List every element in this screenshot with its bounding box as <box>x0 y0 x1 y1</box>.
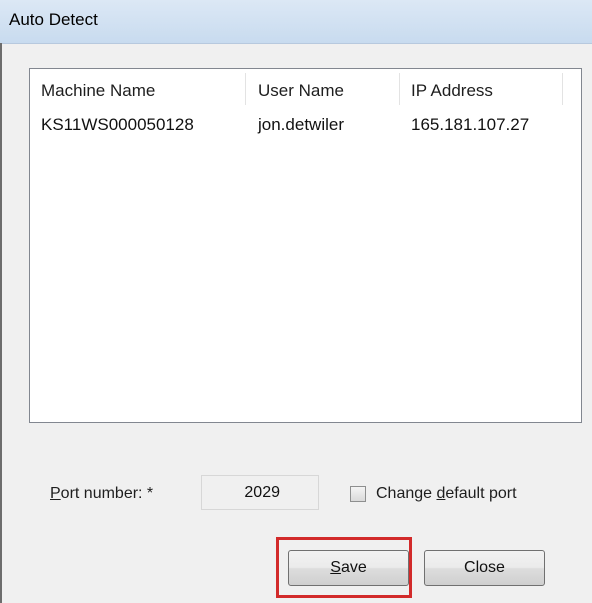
column-header-machine-name[interactable]: Machine Name <box>41 81 155 101</box>
port-number-value: 2029 <box>244 484 280 501</box>
cell-user-name: jon.detwiler <box>258 115 344 134</box>
port-number-label: Port number: * <box>50 485 153 503</box>
port-label-text: ort number: * <box>60 485 154 502</box>
change-default-port-checkbox[interactable] <box>350 486 366 502</box>
title-bar: Auto Detect <box>0 0 592 44</box>
list-header: Machine Name User Name IP Address <box>30 69 581 107</box>
cell-machine-name: KS11WS000050128 <box>41 115 194 134</box>
save-mnemonic: S <box>330 559 341 576</box>
save-button[interactable]: Save <box>288 550 409 586</box>
column-divider[interactable] <box>399 73 400 105</box>
save-label: ave <box>340 559 367 576</box>
column-divider[interactable] <box>562 73 563 105</box>
table-row[interactable]: KS11WS000050128 jon.detwiler 165.181.107… <box>30 107 581 141</box>
machines-list[interactable]: Machine Name User Name IP Address KS11WS… <box>29 68 582 423</box>
port-number-field[interactable]: 2029 <box>201 475 319 510</box>
window-title: Auto Detect <box>9 10 98 29</box>
checkbox-label-pre: Change <box>376 485 437 502</box>
close-button[interactable]: Close <box>424 550 545 586</box>
column-header-ip-address[interactable]: IP Address <box>411 81 493 101</box>
checkbox-label-post: efault port <box>445 485 517 502</box>
port-label-mnemonic: P <box>50 485 61 502</box>
window-left-border <box>0 43 2 603</box>
column-header-user-name[interactable]: User Name <box>258 81 344 101</box>
change-default-port-label[interactable]: Change default port <box>376 485 517 503</box>
column-divider[interactable] <box>245 73 246 105</box>
auto-detect-dialog: Auto Detect Machine Name User Name IP Ad… <box>0 0 592 603</box>
cell-ip-address: 165.181.107.27 <box>411 115 530 134</box>
